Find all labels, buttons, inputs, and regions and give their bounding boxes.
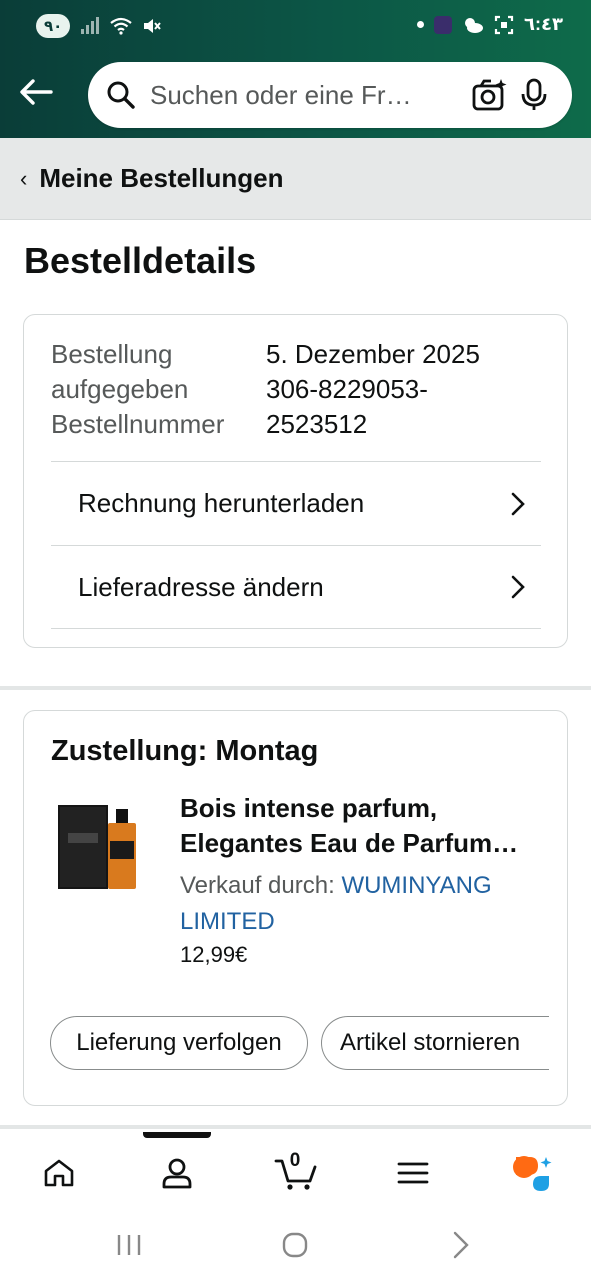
app-notification-icon (434, 15, 453, 34)
signal-icon (81, 17, 100, 34)
chevron-left-icon: ‹ (20, 165, 28, 191)
breadcrumb[interactable]: ‹ Meine Bestellungen (0, 138, 591, 220)
shipment-card: Zustellung: Montag Bois intense parfum, … (23, 710, 568, 1106)
order-info-card: Bestellung aufgegeben Bestellnummer 5. D… (23, 314, 568, 648)
chevron-right-icon (511, 492, 525, 515)
status-bar: ٩٠ ٦:٤٣ (0, 0, 591, 55)
seller-link[interactable]: WUMINYANG (341, 872, 491, 899)
product-title-line2: Elegantes Eau de Parfum… (180, 828, 519, 858)
seller-prefix: Verkauf durch: (180, 872, 342, 899)
active-tab-indicator (143, 1132, 211, 1138)
menu-icon (397, 1162, 429, 1184)
search-icon (107, 81, 135, 109)
chevron-right-nav-icon (453, 1231, 469, 1259)
home-icon (44, 1159, 74, 1187)
voice-search-button[interactable] (512, 73, 556, 117)
home-button[interactable] (270, 1228, 320, 1262)
order-labels: Bestellung aufgegeben Bestellnummer (51, 337, 271, 442)
track-delivery-button[interactable]: Lieferung verfolgen (50, 1016, 308, 1070)
nav-home[interactable] (29, 1148, 89, 1198)
screenshot-icon (494, 15, 514, 34)
breadcrumb-label[interactable]: Meine Bestellungen (39, 163, 283, 194)
delivery-heading: Zustellung: Montag (51, 735, 319, 767)
mute-icon (144, 19, 162, 33)
clock: ٦:٤٣ (524, 14, 563, 34)
change-address-label: Lieferadresse ändern (78, 571, 324, 602)
rufus-icon (513, 1156, 552, 1191)
chevron-right-icon (511, 575, 525, 599)
download-invoice-label: Rechnung herunterladen (78, 488, 365, 518)
nav-menu[interactable] (383, 1148, 443, 1198)
label-order-placed-cont: aufgegeben (51, 374, 189, 404)
cancel-item-button[interactable]: Artikel stornieren (321, 1016, 549, 1070)
page-title: Bestelldetails (24, 240, 257, 281)
app-header: ٩٠ ٦:٤٣ Suchen oder eine Fr… (0, 0, 591, 138)
back-button[interactable] (16, 74, 56, 110)
account-icon (162, 1158, 192, 1189)
weather-icon (465, 17, 484, 33)
recent-apps-button[interactable] (104, 1228, 154, 1262)
status-pill: ٩٠ (36, 14, 71, 38)
back-nav-button[interactable] (436, 1228, 486, 1262)
label-order-number: Bestellnummer (51, 409, 225, 439)
section-divider (0, 686, 591, 690)
product-title[interactable]: Bois intense parfum, Elegantes Eau de Pa… (180, 791, 550, 861)
nav-rufus[interactable] (502, 1148, 562, 1198)
change-address-row[interactable]: Lieferadresse ändern (51, 545, 541, 629)
label-order-placed: Bestellung (51, 339, 173, 369)
download-invoice-row[interactable]: Rechnung herunterladen (51, 461, 541, 545)
product-image[interactable] (56, 793, 140, 893)
cart-count-badge: 0 (289, 1150, 301, 1171)
seller-info: Verkauf durch: WUMINYANG LIMITED (180, 868, 550, 940)
order-number-part1: 306-8229053- (266, 374, 428, 404)
arrow-left-icon (20, 79, 53, 105)
seller-link-cont[interactable]: LIMITED (180, 908, 275, 935)
product-price: 12,99€ (180, 942, 248, 967)
microphone-icon (521, 78, 547, 110)
notification-dot-icon (417, 21, 425, 28)
order-date: 5. Dezember 2025 (266, 339, 480, 369)
search-bar[interactable]: Suchen oder eine Fr… (88, 62, 572, 128)
order-number-part2: 2523512 (266, 409, 368, 439)
camera-sparkle-icon (472, 79, 507, 111)
home-circle-icon (282, 1232, 308, 1258)
nav-cart[interactable]: 0 (265, 1148, 327, 1198)
recent-apps-icon (117, 1235, 141, 1255)
bottom-nav: 0 (0, 1130, 591, 1210)
camera-search-button[interactable] (468, 73, 512, 117)
nav-divider (0, 1125, 591, 1129)
product-title-line1: Bois intense parfum, (180, 793, 438, 823)
order-values: 5. Dezember 2025 306-8229053- 2523512 (266, 337, 526, 442)
wifi-icon (110, 17, 132, 35)
system-nav-bar (0, 1210, 591, 1280)
search-input[interactable]: Suchen oder eine Fr… (150, 80, 468, 111)
nav-account[interactable] (147, 1148, 207, 1198)
